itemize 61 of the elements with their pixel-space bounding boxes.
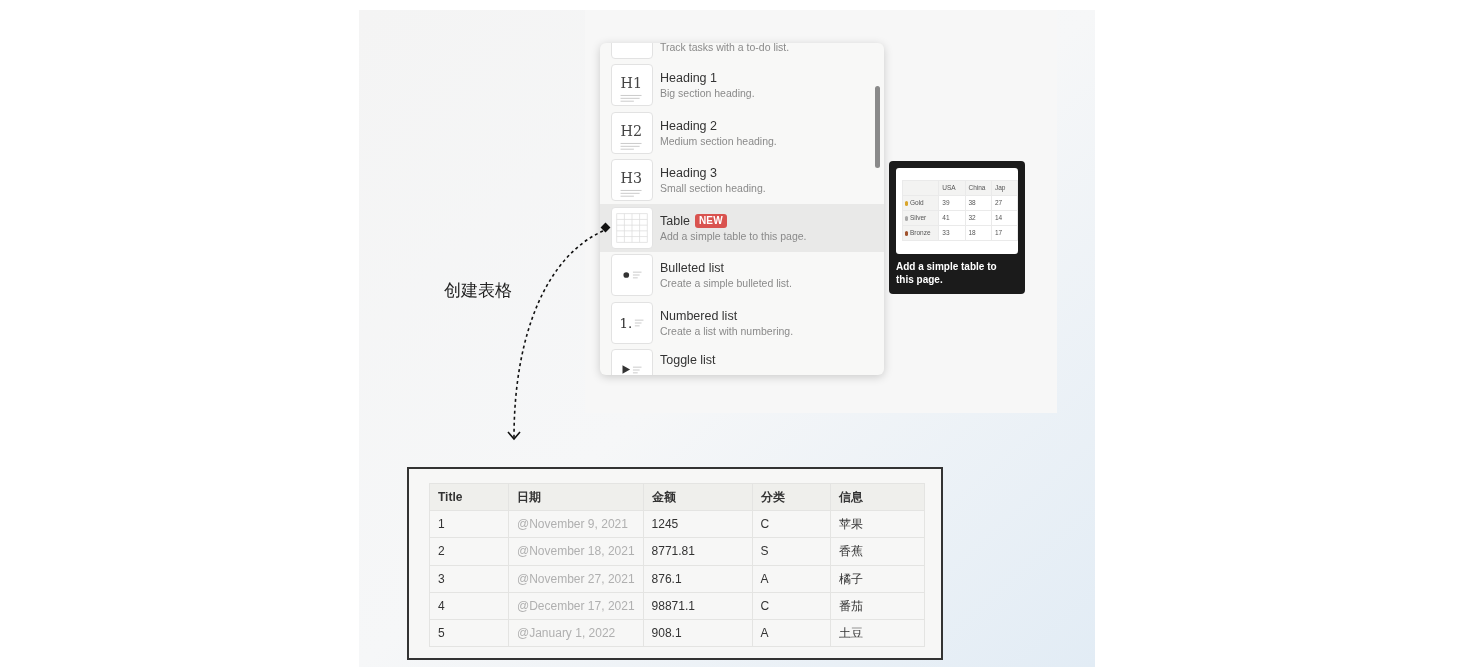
table-cell: 3 — [429, 565, 509, 593]
table-cell: 876.1 — [643, 565, 753, 593]
item-description: Create a simple bulleted list. — [660, 276, 792, 291]
bulleted-list-icon — [611, 254, 653, 297]
table-cell: 2 — [429, 537, 509, 566]
column-header: 分类 — [752, 483, 831, 511]
menu-item[interactable]: Toggle list — [600, 346, 884, 375]
scrollbar-thumb[interactable] — [875, 86, 880, 168]
item-description: Big section heading. — [660, 86, 755, 101]
numbered-list-icon: 1. — [611, 301, 653, 344]
table-cell: 98871.1 — [643, 592, 753, 620]
table-cell: S — [752, 537, 831, 566]
table-icon — [611, 206, 653, 249]
item-description: Medium section heading. — [660, 133, 777, 148]
item-description: Create a list with numbering. — [660, 323, 794, 338]
annotation-label: 创建表格 — [444, 280, 512, 302]
table-cell: 土豆 — [830, 619, 925, 647]
tooltip-caption: Add a simple table to this page. — [896, 260, 998, 286]
menu-item[interactable]: Table NEW Add a simple table to this page. — [600, 204, 884, 252]
table-cell: @November 9, 2021 — [508, 510, 644, 538]
column-header: 信息 — [830, 483, 925, 511]
table-cell: 苹果 — [830, 510, 925, 538]
menu-item[interactable]: H2 Heading 2 Medium section heading. — [600, 109, 884, 157]
item-title: Heading 1 — [660, 70, 717, 87]
table-cell: A — [752, 619, 831, 647]
table-cell: @January 1, 2022 — [508, 619, 644, 647]
table-cell: A — [752, 565, 831, 593]
heading-icon: H1 — [611, 64, 653, 107]
table-cell: 1 — [429, 510, 509, 538]
table-cell: @November 27, 2021 — [508, 565, 644, 593]
column-header: Title — [429, 483, 509, 511]
heading-icon: H3 — [611, 159, 653, 202]
table-cell: C — [752, 510, 831, 538]
table-cell: 4 — [429, 592, 509, 620]
new-badge: NEW — [694, 213, 727, 228]
table-cell: 8771.81 — [643, 537, 753, 566]
table-cell: 香蕉 — [830, 537, 925, 566]
column-header: 日期 — [508, 483, 644, 511]
menu-item[interactable]: H3 Heading 3 Small section heading. — [600, 156, 884, 204]
menu-item[interactable]: 1. Numbered list Create a list with numbering. — [600, 299, 884, 347]
item-description: Add a simple table to this page. — [660, 228, 807, 243]
table-cell: 番茄 — [830, 592, 925, 620]
item-description: Small section heading. — [660, 181, 766, 196]
menu-item[interactable]: Bulleted list Create a simple bulleted list. — [600, 251, 884, 299]
item-title: Toggle list — [660, 351, 716, 368]
table-cell: 1245 — [643, 510, 753, 538]
column-header: 金额 — [643, 483, 753, 511]
item-title: Table — [660, 212, 690, 229]
menu-item[interactable]: H1 Heading 1 Big section heading. — [600, 61, 884, 109]
item-title: Heading 3 — [660, 165, 717, 182]
heading-icon: H2 — [611, 111, 653, 154]
table-cell: @December 17, 2021 — [508, 592, 644, 620]
table-cell: 5 — [429, 619, 509, 647]
item-title: Heading 2 — [660, 117, 717, 134]
item-description: Track tasks with a to-do list. — [660, 43, 790, 54]
table-cell: @November 18, 2021 — [508, 537, 644, 566]
item-title: Bulleted list — [660, 260, 724, 277]
table-cell: 908.1 — [643, 619, 753, 647]
table-cell: 橘子 — [830, 565, 925, 593]
item-title: Numbered list — [660, 307, 738, 324]
table-cell: C — [752, 592, 831, 620]
